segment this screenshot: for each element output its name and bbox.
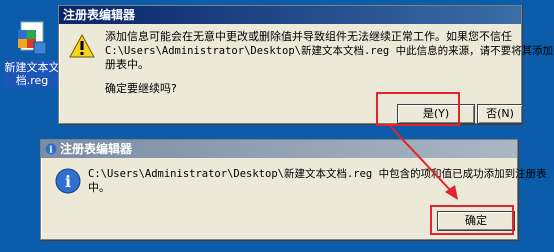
svg-text:i: i <box>49 146 53 156</box>
file-label-line2: 档.reg <box>15 74 49 87</box>
yes-button-highlight <box>376 92 460 126</box>
reg-file-desktop-icon[interactable]: 新建文本文 档.reg <box>4 20 60 88</box>
no-button[interactable]: 否(N) <box>477 104 523 124</box>
info-dialog-titlebar[interactable]: i 注册表编辑器 <box>41 140 517 158</box>
reg-file-icon <box>15 20 49 58</box>
info-dialog-title: 注册表编辑器 <box>60 142 133 156</box>
warning-dialog-title: 注册表编辑器 <box>63 8 136 22</box>
warning-message-line3: 册表中。 <box>105 58 149 71</box>
reg-file-label: 新建文本文 档.reg <box>4 60 60 88</box>
ok-button-highlight <box>430 205 514 235</box>
info-message-line1: C:\Users\Administrator\Desktop\新建文本文档.re… <box>88 168 547 180</box>
svg-text:i: i <box>65 172 71 191</box>
warning-message-line1: 添加信息可能会在无意中更改或删除值并导致组件无法继续正常工作。如果您不信任 <box>105 30 512 43</box>
info-title-icon: i <box>45 143 57 155</box>
warning-icon <box>69 33 95 62</box>
warning-dialog-titlebar[interactable]: 注册表编辑器 <box>59 6 521 24</box>
info-message-line2: 中。 <box>88 181 110 194</box>
warning-question: 确定要继续吗? <box>105 82 177 95</box>
info-icon: i <box>55 168 81 198</box>
warning-message-line2: C:\Users\Administrator\Desktop\新建文本文档.re… <box>105 45 554 57</box>
file-label-line1: 新建文本文 <box>4 61 60 74</box>
